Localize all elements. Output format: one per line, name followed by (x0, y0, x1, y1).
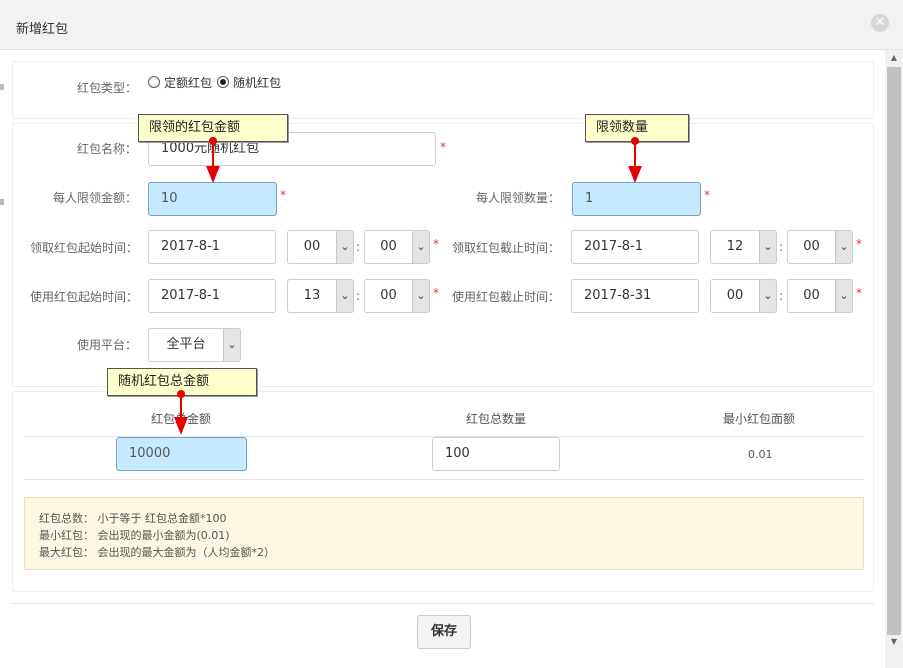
time-colon: : (356, 289, 361, 303)
time-colon: : (779, 240, 784, 254)
select-value: 00 (803, 239, 820, 254)
header-total-count: 红包总数量 (466, 412, 527, 426)
use-start-hour-select[interactable]: 13 ⌄ (287, 279, 354, 313)
note-line: 最小红包： 会出现的最小金额为(0.01) (39, 529, 230, 542)
note-line: 红包总数： 小于等于 红包总金额*100 (39, 512, 227, 525)
chevron-down-icon[interactable]: ⌄ (835, 280, 852, 312)
close-icon[interactable]: ✕ (871, 14, 889, 32)
dialog-titlebar: 新增红包 ✕ (0, 0, 903, 50)
chevron-down-icon[interactable]: ⌄ (412, 231, 429, 263)
footer-divider (12, 603, 874, 604)
table-divider (24, 479, 864, 480)
chevron-down-icon[interactable]: ⌄ (412, 280, 429, 312)
name-label: 红包名称： (76, 142, 137, 156)
chevron-down-icon[interactable]: ⌄ (336, 231, 353, 263)
radio-fixed[interactable] (148, 76, 160, 88)
scrollbar[interactable]: ▲ ▼ (885, 50, 903, 668)
pointer-arrow-icon (174, 390, 188, 435)
pointer-arrow-icon (628, 137, 642, 183)
background-edge (0, 84, 4, 90)
type-panel (12, 61, 874, 119)
required-mark: * (704, 188, 710, 202)
pointer-arrow-icon (206, 137, 220, 183)
total-count-input[interactable]: 100 (432, 437, 560, 471)
radio-random-label[interactable]: 随机红包 (233, 74, 281, 91)
select-value: 00 (380, 288, 397, 303)
claim-end-date[interactable]: 2017-8-1 (571, 230, 699, 264)
select-value: 00 (803, 288, 820, 303)
select-value: 12 (726, 239, 744, 254)
note-line: 最大红包： 会出现的最大金额为（人均金额*2） (39, 546, 275, 559)
claim-start-label: 领取红包起始时间： (29, 241, 138, 255)
scroll-down-icon[interactable]: ▼ (885, 634, 903, 650)
required-mark: * (440, 140, 446, 154)
scroll-up-icon[interactable]: ▲ (885, 50, 903, 66)
save-button[interactable]: 保存 (417, 615, 471, 649)
type-label: 红包类型： (76, 81, 137, 95)
select-value: 00 (303, 239, 321, 254)
chevron-down-icon[interactable]: ⌄ (835, 231, 852, 263)
required-mark: * (856, 286, 862, 300)
select-value: 00 (380, 239, 397, 254)
scrollbar-thumb[interactable] (887, 67, 901, 635)
use-end-date[interactable]: 2017-8-31 (571, 279, 699, 313)
use-start-label: 使用红包起始时间： (29, 290, 138, 304)
per-amount-label: 每人限领金额： (52, 191, 137, 205)
platform-select[interactable]: 全平台 ⌄ (148, 328, 241, 362)
claim-end-label: 领取红包截止时间： (451, 241, 560, 255)
claim-start-minute-select[interactable]: 00 ⌄ (364, 230, 430, 264)
required-mark: * (280, 188, 286, 202)
chevron-down-icon[interactable]: ⌄ (336, 280, 353, 312)
select-value: 00 (726, 288, 744, 303)
chevron-down-icon[interactable]: ⌄ (759, 280, 776, 312)
header-min-value: 最小红包面额 (723, 412, 796, 426)
per-count-label: 每人限领数量： (475, 191, 560, 205)
use-end-label: 使用红包截止时间： (451, 290, 560, 304)
per-count-input[interactable]: 1 (572, 182, 701, 216)
claim-end-minute-select[interactable]: 00 ⌄ (787, 230, 853, 264)
per-amount-input[interactable]: 10 (148, 182, 277, 216)
platform-label: 使用平台： (76, 338, 137, 352)
time-colon: : (779, 289, 784, 303)
min-value-text: 0.01 (748, 448, 773, 461)
dialog-title: 新增红包 (16, 22, 69, 37)
required-mark: * (433, 237, 439, 251)
background-edge (0, 199, 4, 205)
claim-start-hour-select[interactable]: 00 ⌄ (287, 230, 354, 264)
time-colon: : (356, 240, 361, 254)
use-end-hour-select[interactable]: 00 ⌄ (710, 279, 777, 313)
use-start-date[interactable]: 2017-8-1 (148, 279, 276, 313)
required-mark: * (856, 237, 862, 251)
select-value: 全平台 (166, 337, 206, 352)
radio-fixed-label[interactable]: 定额红包 (164, 74, 212, 91)
claim-end-hour-select[interactable]: 12 ⌄ (710, 230, 777, 264)
chevron-down-icon[interactable]: ⌄ (759, 231, 776, 263)
radio-random[interactable] (217, 76, 229, 88)
rules-note: 红包总数： 小于等于 红包总金额*100 最小红包： 会出现的最小金额为(0.0… (24, 497, 864, 570)
select-value: 13 (303, 288, 321, 303)
total-amount-input[interactable]: 10000 (116, 437, 247, 471)
use-end-minute-select[interactable]: 00 ⌄ (787, 279, 853, 313)
chevron-down-icon[interactable]: ⌄ (223, 329, 240, 361)
required-mark: * (433, 286, 439, 300)
use-start-minute-select[interactable]: 00 ⌄ (364, 279, 430, 313)
claim-start-date[interactable]: 2017-8-1 (148, 230, 276, 264)
